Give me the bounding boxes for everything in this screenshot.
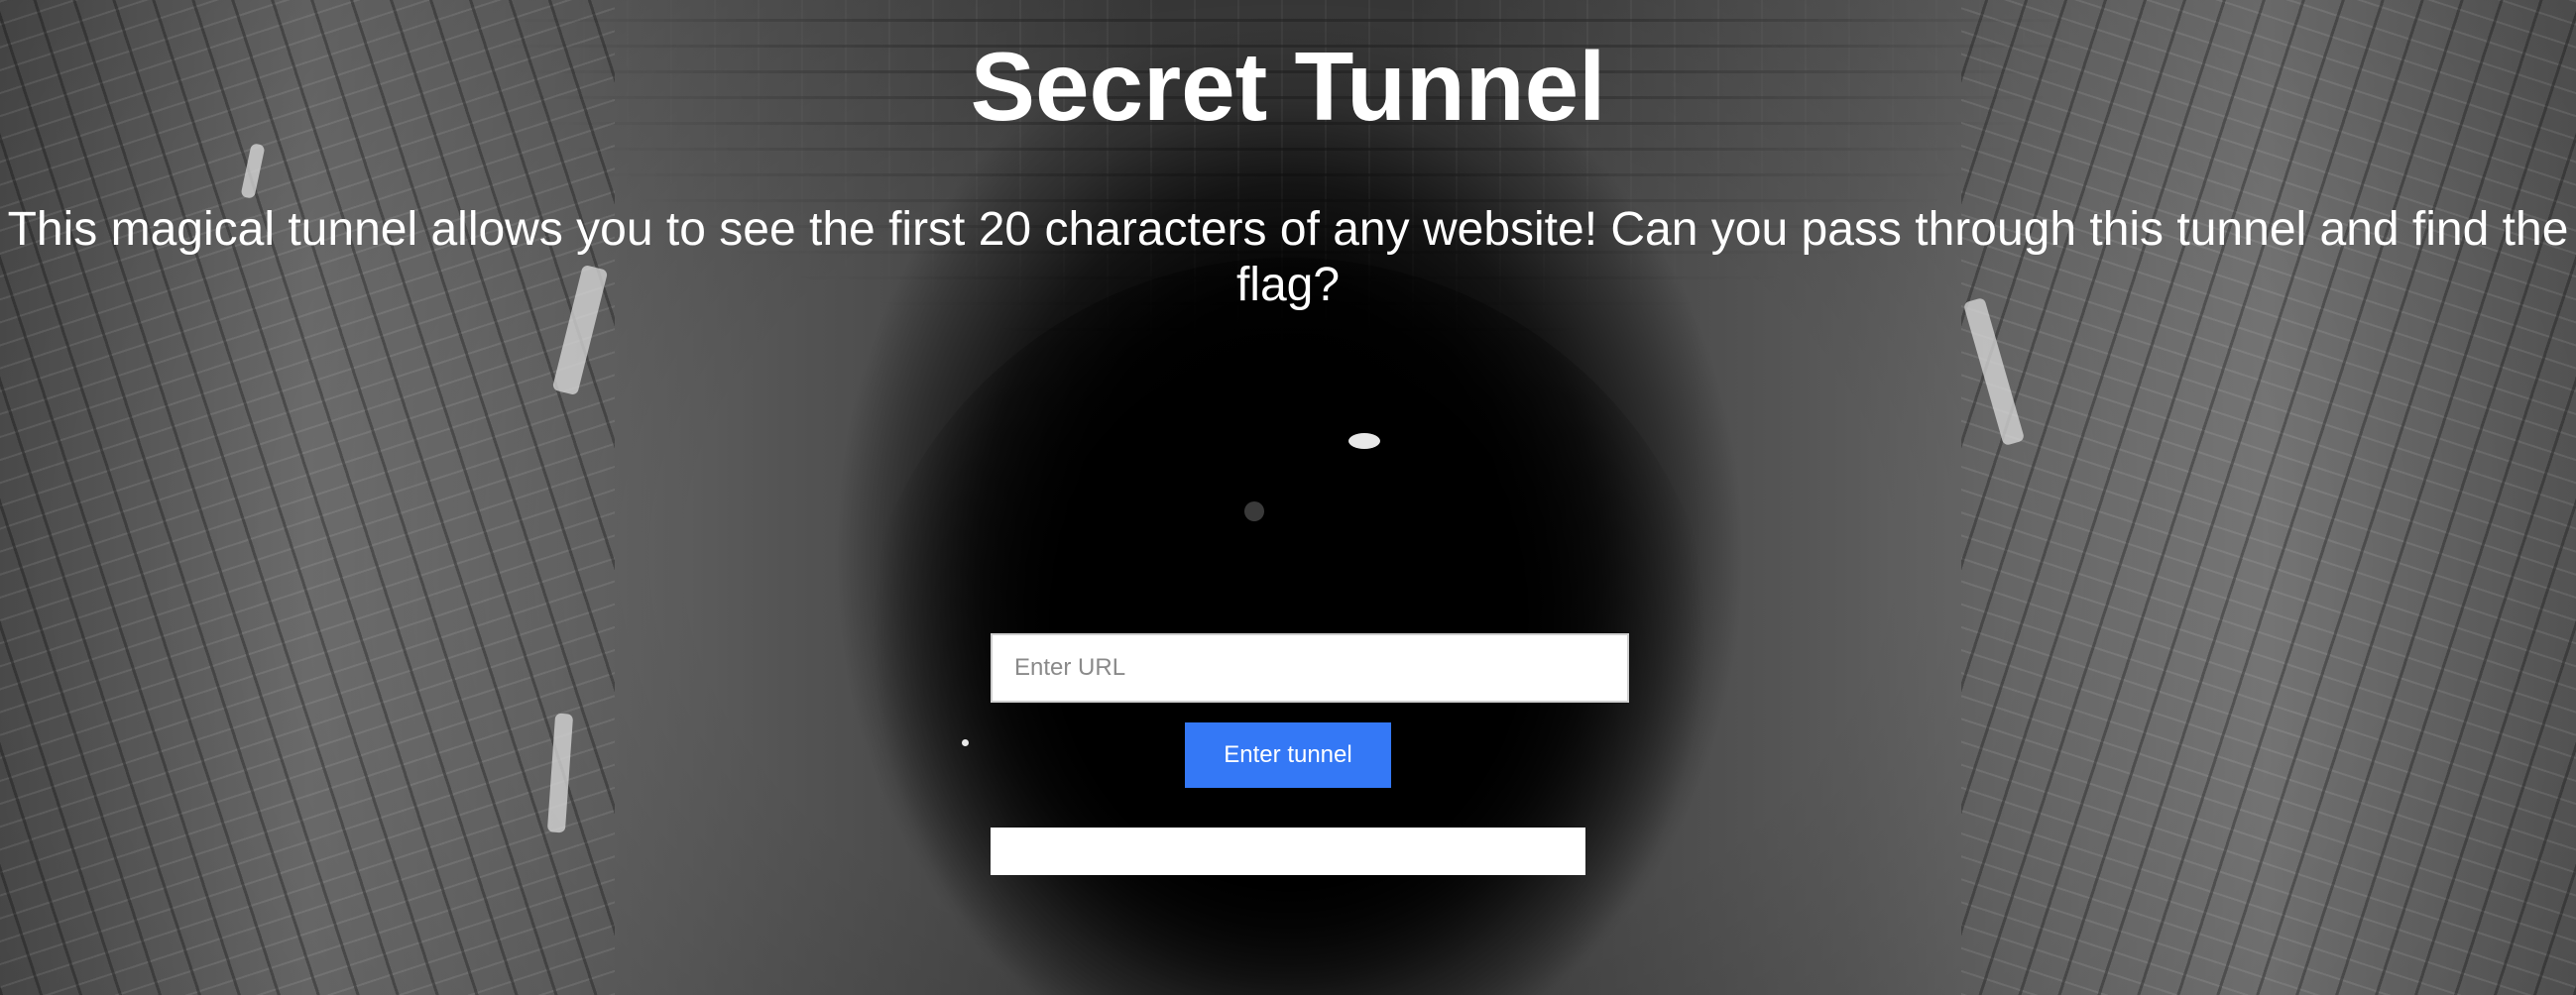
url-input[interactable] (991, 633, 1629, 703)
light-speck (1244, 501, 1264, 521)
light-speck (962, 739, 969, 746)
result-output (991, 828, 1585, 875)
enter-tunnel-button[interactable]: Enter tunnel (1185, 722, 1391, 788)
url-label: Enter a URL: (1193, 596, 1383, 632)
page-title: Secret Tunnel (970, 32, 1606, 141)
light-speck (1348, 433, 1380, 449)
page-description: This magical tunnel allows you to see th… (7, 203, 2569, 311)
